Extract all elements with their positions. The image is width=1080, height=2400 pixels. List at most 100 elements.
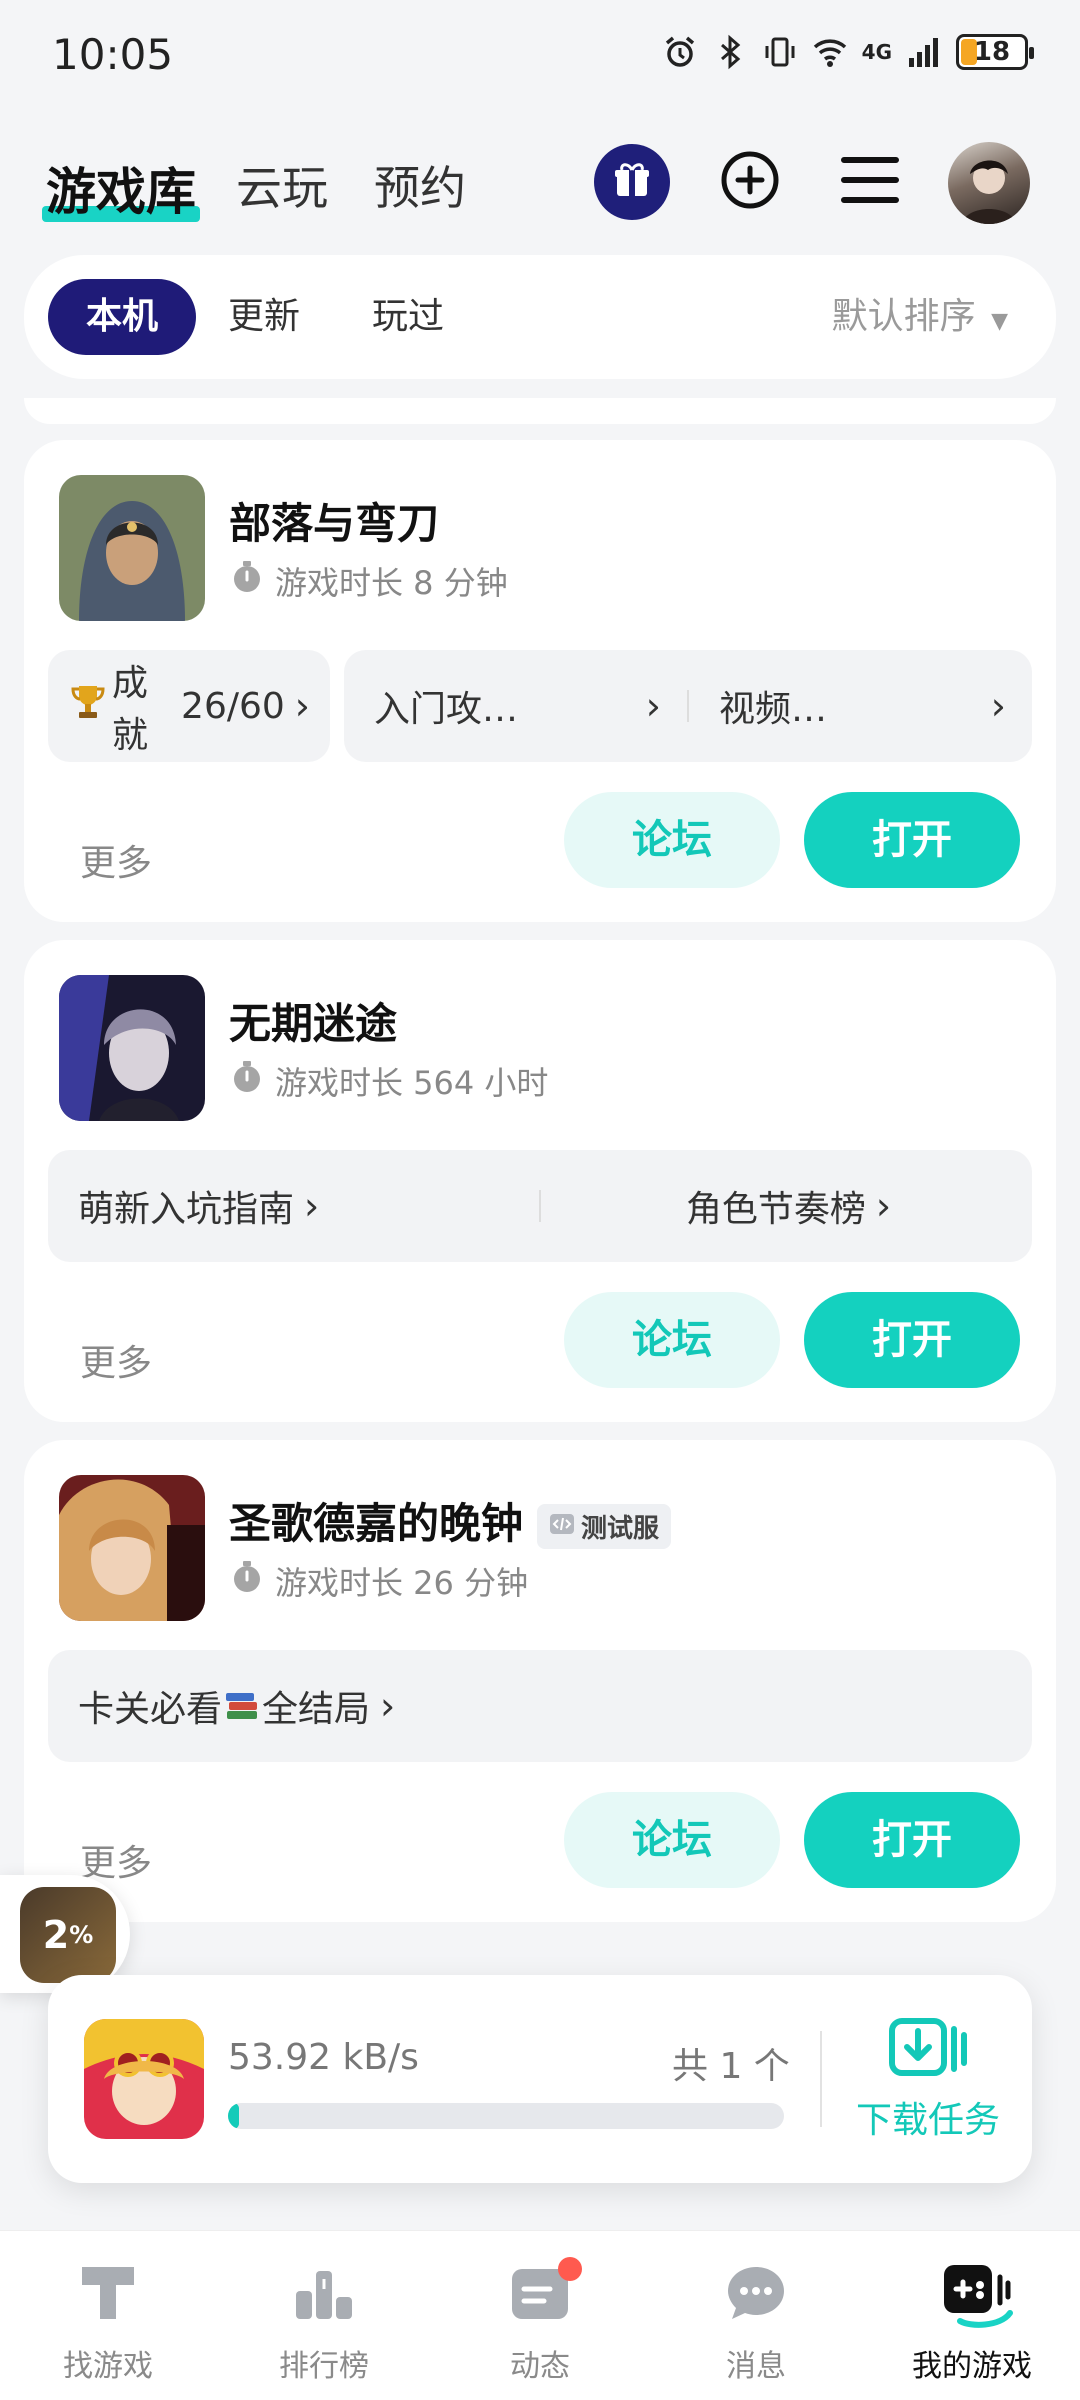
add-game-button[interactable] xyxy=(712,144,788,220)
open-button[interactable]: 打开 xyxy=(804,792,1020,888)
downloading-game-icon xyxy=(84,2019,204,2139)
nav-label: 找游戏 xyxy=(63,2349,153,2384)
badge-label: 测试服 xyxy=(581,1514,660,1544)
guides-box: 入门攻… › 视频… › xyxy=(344,650,1032,762)
chevron-right-icon: › xyxy=(294,684,310,728)
download-progress-fill xyxy=(228,2103,240,2129)
playtime: 游戏时长 564 小时 xyxy=(229,1058,548,1104)
tab-cloud-play[interactable]: 云玩 xyxy=(236,152,328,218)
chevron-right-icon: › xyxy=(990,684,1006,728)
playtime-text: 游戏时长 564 小时 xyxy=(275,1064,549,1102)
game-icon-bell[interactable] xyxy=(59,1475,205,1621)
tab-reservations[interactable]: 预约 xyxy=(374,152,466,218)
sort-label: 默认排序 xyxy=(831,296,976,337)
alarm-icon xyxy=(662,34,698,70)
previous-card-edge xyxy=(24,398,1056,424)
forum-button[interactable]: 论坛 xyxy=(564,1792,780,1888)
nav-activity[interactable]: 动态 xyxy=(432,2231,648,2400)
download-progress-track xyxy=(228,2103,784,2129)
floating-progress: 2% xyxy=(20,1887,116,1983)
quick-link-label: 视频… xyxy=(719,689,828,730)
quick-links-row: 萌新入坑指南 › 角色节奏榜 › xyxy=(48,1150,1032,1262)
quick-link-tier-list[interactable]: 角色节奏榜 › xyxy=(541,1180,1032,1232)
quick-link-label-prefix: 卡关必看 xyxy=(78,1689,223,1730)
quick-link-label: 入门攻… xyxy=(374,689,519,730)
stopwatch-icon xyxy=(229,1559,265,1603)
achievements-link[interactable]: 成就 26/60 › xyxy=(48,650,330,762)
nav-label: 消息 xyxy=(726,2349,786,2384)
gift-button[interactable] xyxy=(594,144,670,220)
download-panel[interactable]: 53.92 kB/s 共 1 个 下载任务 xyxy=(48,1975,1032,2183)
divider xyxy=(820,2031,822,2127)
download-tasks-button[interactable]: 下载任务 xyxy=(838,2017,1018,2143)
open-button[interactable]: 打开 xyxy=(804,1292,1020,1388)
network-label: 4G xyxy=(861,40,892,64)
nav-label: 我的游戏 xyxy=(912,2349,1032,2384)
chevron-right-icon: › xyxy=(304,1184,320,1228)
game-title[interactable]: 部落与弯刀 xyxy=(229,490,439,551)
more-button[interactable]: 更多 xyxy=(80,1334,152,1386)
game-title[interactable]: 圣歌德嘉的晚钟 xyxy=(229,1499,523,1548)
wifi-icon xyxy=(812,34,848,70)
vibrate-icon xyxy=(762,34,798,70)
game-title-row: 圣歌德嘉的晚钟 测试服 xyxy=(229,1490,672,1551)
game-card: 圣歌德嘉的晚钟 测试服 游戏时长 26 分钟 卡关必看 全结局 › 更多 论坛 … xyxy=(24,1440,1056,1922)
achievement-label: 成就 xyxy=(112,663,149,756)
tab-game-library[interactable]: 游戏库 xyxy=(42,152,200,224)
game-icon-tribes[interactable] xyxy=(59,475,205,621)
tab-game-library-label: 游戏库 xyxy=(46,163,196,221)
battery-indicator: 18 xyxy=(956,34,1034,70)
download-speed: 53.92 kB/s xyxy=(228,2037,419,2078)
more-button[interactable]: 更多 xyxy=(80,834,152,886)
open-button[interactable]: 打开 xyxy=(804,1792,1020,1888)
code-icon xyxy=(549,1512,575,1542)
floating-percent-sign: % xyxy=(69,1921,94,1949)
game-icon-path-to-nowhere[interactable] xyxy=(59,975,205,1121)
menu-button[interactable] xyxy=(832,144,908,220)
user-avatar[interactable] xyxy=(948,142,1030,224)
quick-link-video[interactable]: 视频… › xyxy=(689,680,1032,732)
playtime-text: 游戏时长 8 分钟 xyxy=(275,564,508,602)
battery-level: 18 xyxy=(973,37,1011,67)
signal-icon xyxy=(906,34,942,70)
filter-chip-local[interactable]: 本机 xyxy=(48,279,197,355)
game-card: 部落与弯刀 游戏时长 8 分钟 成就 26/60 › 入门攻… › 视频… › … xyxy=(24,440,1056,922)
filter-chip-updates[interactable]: 更新 xyxy=(228,279,300,355)
forum-button[interactable]: 论坛 xyxy=(564,792,780,888)
plus-circle-icon xyxy=(719,149,781,215)
status-bar: 10:05 4G 18 xyxy=(0,0,1080,120)
quick-links-row: 成就 26/60 › 入门攻… › 视频… › xyxy=(48,650,1032,762)
nav-find-games[interactable]: 找游戏 xyxy=(0,2231,216,2400)
filter-chip-played[interactable]: 玩过 xyxy=(372,279,444,355)
forum-button[interactable]: 论坛 xyxy=(564,1292,780,1388)
caret-down-icon: ▼ xyxy=(991,309,1008,334)
playtime: 游戏时长 26 分钟 xyxy=(229,1558,528,1604)
chevron-right-icon: › xyxy=(380,1684,396,1728)
quick-link-label-suffix: 全结局 xyxy=(262,1689,371,1730)
quick-link-label: 萌新入坑指南 xyxy=(78,1189,295,1230)
nav-messages[interactable]: 消息 xyxy=(648,2231,864,2400)
chat-bubble-icon xyxy=(724,2261,788,2325)
sort-dropdown[interactable]: 默认排序 ▼ xyxy=(832,279,1008,355)
game-card: 无期迷途 游戏时长 564 小时 萌新入坑指南 › 角色节奏榜 › 更多 论坛 … xyxy=(24,940,1056,1422)
download-count: 共 1 个 xyxy=(672,2046,790,2087)
download-tasks-label: 下载任务 xyxy=(855,2100,1000,2141)
game-title[interactable]: 无期迷途 xyxy=(229,990,397,1051)
nav-rankings[interactable]: 排行榜 xyxy=(216,2231,432,2400)
ranking-icon xyxy=(292,2261,356,2325)
find-games-icon xyxy=(76,2261,140,2325)
menu-icon xyxy=(841,155,899,209)
stopwatch-icon xyxy=(229,559,265,603)
test-server-badge: 测试服 xyxy=(537,1504,672,1549)
quick-link-beginner-guide[interactable]: 萌新入坑指南 › xyxy=(48,1180,539,1232)
quick-link-label: 角色节奏榜 xyxy=(685,1189,866,1230)
quick-link-guide[interactable]: 入门攻… › xyxy=(344,680,687,732)
notification-dot xyxy=(558,2257,582,2281)
guides-box: 萌新入坑指南 › 角色节奏榜 › xyxy=(48,1150,1032,1262)
status-icons: 4G 18 xyxy=(662,34,1034,70)
chevron-right-icon: › xyxy=(645,684,661,728)
quick-link-endings[interactable]: 卡关必看 全结局 › xyxy=(48,1680,1032,1732)
bluetooth-icon xyxy=(712,34,748,70)
download-tasks-icon xyxy=(888,2018,968,2085)
nav-my-games[interactable]: 我的游戏 xyxy=(864,2231,1080,2400)
